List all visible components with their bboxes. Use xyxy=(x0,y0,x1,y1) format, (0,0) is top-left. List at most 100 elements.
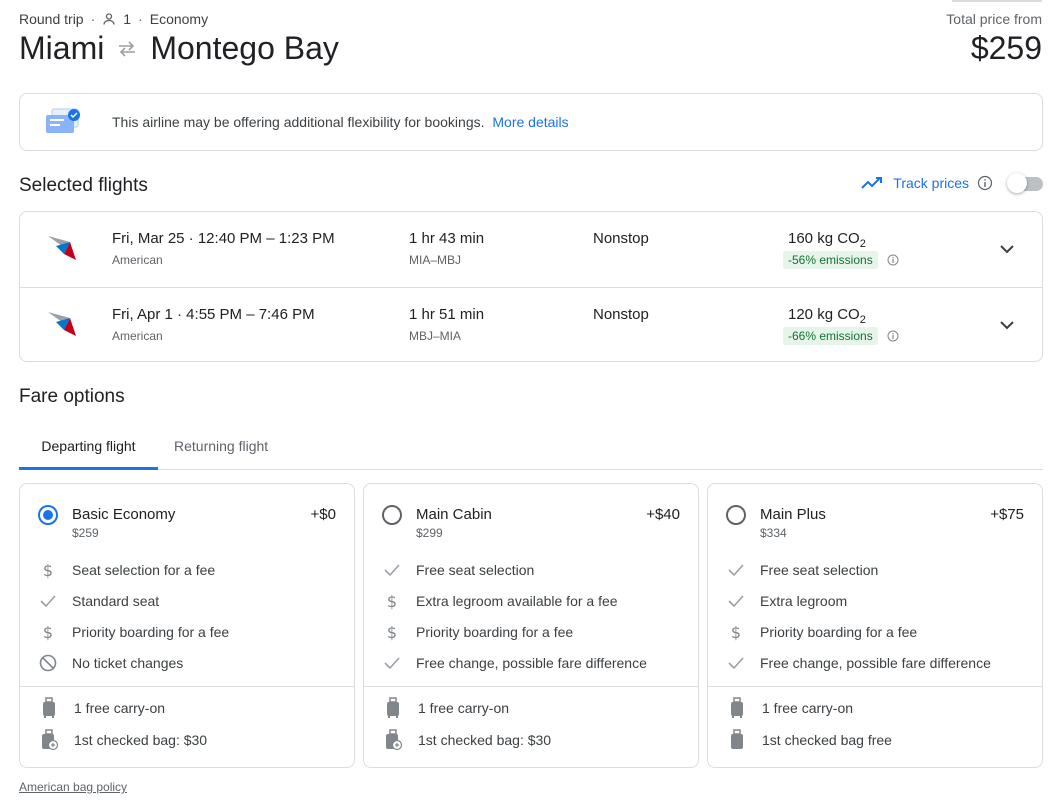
tab-departing-flight[interactable]: Departing flight xyxy=(19,424,158,470)
bag-policy-link[interactable]: American bag policy xyxy=(19,780,127,794)
bag-allowance: 1 free carry-on xyxy=(728,697,853,719)
fare-radio[interactable] xyxy=(726,505,746,525)
origin-city: Miami xyxy=(19,30,105,66)
fare-feature-text: Priority boarding for a fee xyxy=(416,624,574,640)
dollar-icon: $ xyxy=(38,622,58,642)
fare-options-title: Fare options xyxy=(19,386,125,407)
fare-total-price: $299 xyxy=(416,526,443,540)
person-icon xyxy=(103,13,115,25)
bag-allowance: 1 free carry-on xyxy=(384,697,509,719)
flight-times: Fri, Apr 1 · 4:55 PM – 7:46 PM xyxy=(112,306,315,323)
banner-message: This airline may be offering additional … xyxy=(112,114,485,130)
fare-price-difference: +$0 xyxy=(310,506,336,523)
card-divider xyxy=(364,686,698,687)
fare-card[interactable]: Main Plus $334 +$75 Free seat selection Ex… xyxy=(707,483,1043,768)
co2-value: 120 kg CO xyxy=(788,306,860,323)
checked-bag-fee-icon xyxy=(384,729,403,751)
flight-row-return[interactable]: Fri, Apr 1 · 4:55 PM – 7:46 PM American … xyxy=(20,287,1042,362)
american-airlines-logo xyxy=(48,312,76,336)
fare-card[interactable]: Main Cabin $299 +$40 Free seat selection $… xyxy=(363,483,699,768)
flight-stops: Nonstop xyxy=(593,306,649,323)
bag-allowance-text: 1 free carry-on xyxy=(762,700,854,716)
check-icon xyxy=(726,653,746,673)
track-prices-toggle[interactable] xyxy=(1007,173,1043,193)
fare-feature-text: Standard seat xyxy=(72,593,160,609)
fare-total-price: $259 xyxy=(72,526,99,540)
bag-allowance: 1st checked bag: $30 xyxy=(40,729,207,751)
fare-name: Main Cabin xyxy=(416,506,492,523)
total-price: $259 xyxy=(970,30,1042,66)
info-icon[interactable] xyxy=(887,330,899,342)
fare-feature: Free change, possible fare difference xyxy=(726,653,991,673)
no-icon xyxy=(38,653,58,673)
card-divider xyxy=(20,686,354,687)
fare-feature-text: Priority boarding for a fee xyxy=(760,624,918,640)
swap-arrows-icon xyxy=(119,40,136,57)
bag-allowance-text: 1 free carry-on xyxy=(74,700,166,716)
chevron-down-icon[interactable] xyxy=(997,239,1017,259)
fare-feature: No ticket changes xyxy=(38,653,183,673)
fare-feature: Extra legroom xyxy=(726,591,847,611)
track-prices-label[interactable]: Track prices xyxy=(893,175,969,191)
flight-row-outbound[interactable]: Fri, Mar 25 · 12:40 PM – 1:23 PM America… xyxy=(20,212,1042,287)
fare-feature-text: Free seat selection xyxy=(760,562,879,578)
fare-feature-text: Extra legroom available for a fee xyxy=(416,593,618,609)
fare-feature: Standard seat xyxy=(38,591,159,611)
bag-allowance: 1st checked bag: $30 xyxy=(384,729,551,751)
svg-text:$: $ xyxy=(43,623,53,641)
trend-line-icon xyxy=(861,177,883,189)
check-icon xyxy=(38,591,58,611)
check-icon xyxy=(382,560,402,580)
fare-price-difference: +$75 xyxy=(990,506,1024,523)
co2-amount: 120 kg CO2 xyxy=(788,306,866,326)
bag-allowance-text: 1 free carry-on xyxy=(418,700,510,716)
fare-feature-text: Seat selection for a fee xyxy=(72,562,216,578)
carry-on-icon xyxy=(728,697,746,719)
selected-flights-list: Fri, Mar 25 · 12:40 PM – 1:23 PM America… xyxy=(19,211,1043,362)
tab-returning-flight[interactable]: Returning flight xyxy=(174,424,268,470)
american-airlines-logo xyxy=(48,236,76,260)
flexibility-banner: This airline may be offering additional … xyxy=(19,93,1043,151)
carry-on-icon xyxy=(40,697,58,719)
fare-feature-text: Priority boarding for a fee xyxy=(72,624,230,640)
dollar-icon: $ xyxy=(38,560,58,580)
more-details-link[interactable]: More details xyxy=(492,114,568,130)
separator-dot: · xyxy=(138,11,143,27)
co2-value: 160 kg CO xyxy=(788,230,860,247)
trip-meta: Round trip · 1 · Economy xyxy=(19,11,208,27)
bag-allowance-text: 1st checked bag: $30 xyxy=(418,732,552,748)
check-icon xyxy=(726,591,746,611)
info-icon[interactable] xyxy=(887,254,899,266)
carry-on-icon xyxy=(384,697,402,719)
separator-dot: · xyxy=(90,11,96,27)
fare-total-price: $334 xyxy=(760,526,787,540)
fare-card[interactable]: Basic Economy $259 +$0 $ Seat selection fo… xyxy=(19,483,355,768)
fare-feature-text: Free change, possible fare difference xyxy=(760,655,991,671)
price-label: Total price from xyxy=(946,11,1042,27)
fare-price-difference: +$40 xyxy=(646,506,680,523)
dollar-icon: $ xyxy=(382,622,402,642)
fare-feature: $ Priority boarding for a fee xyxy=(382,622,573,642)
fare-feature: $ Seat selection for a fee xyxy=(38,560,215,580)
svg-text:$: $ xyxy=(731,623,741,641)
ticket-check-icon xyxy=(46,108,80,133)
info-icon[interactable] xyxy=(977,175,993,191)
route-title: Miami Montego Bay xyxy=(19,30,339,67)
flight-times: Fri, Mar 25 · 12:40 PM – 1:23 PM xyxy=(112,230,335,247)
fare-feature-text: Extra legroom xyxy=(760,593,848,609)
passenger-count: 1 xyxy=(123,11,132,27)
fare-name: Basic Economy xyxy=(72,506,176,523)
airline-name: American xyxy=(112,253,163,267)
fare-radio[interactable] xyxy=(382,505,402,525)
chevron-down-icon[interactable] xyxy=(997,315,1017,335)
fare-feature: Free seat selection xyxy=(726,560,878,580)
checked-bag-fee-icon xyxy=(40,729,59,751)
top-divider xyxy=(952,0,1042,2)
track-prices[interactable]: Track prices xyxy=(861,173,1043,193)
destination-city: Montego Bay xyxy=(150,30,339,66)
fare-feature: Free change, possible fare difference xyxy=(382,653,647,673)
banner-text: This airline may be offering additional … xyxy=(112,114,569,130)
bag-allowance: 1st checked bag free xyxy=(728,729,892,751)
fare-radio[interactable] xyxy=(38,505,58,525)
flight-stops: Nonstop xyxy=(593,230,649,247)
